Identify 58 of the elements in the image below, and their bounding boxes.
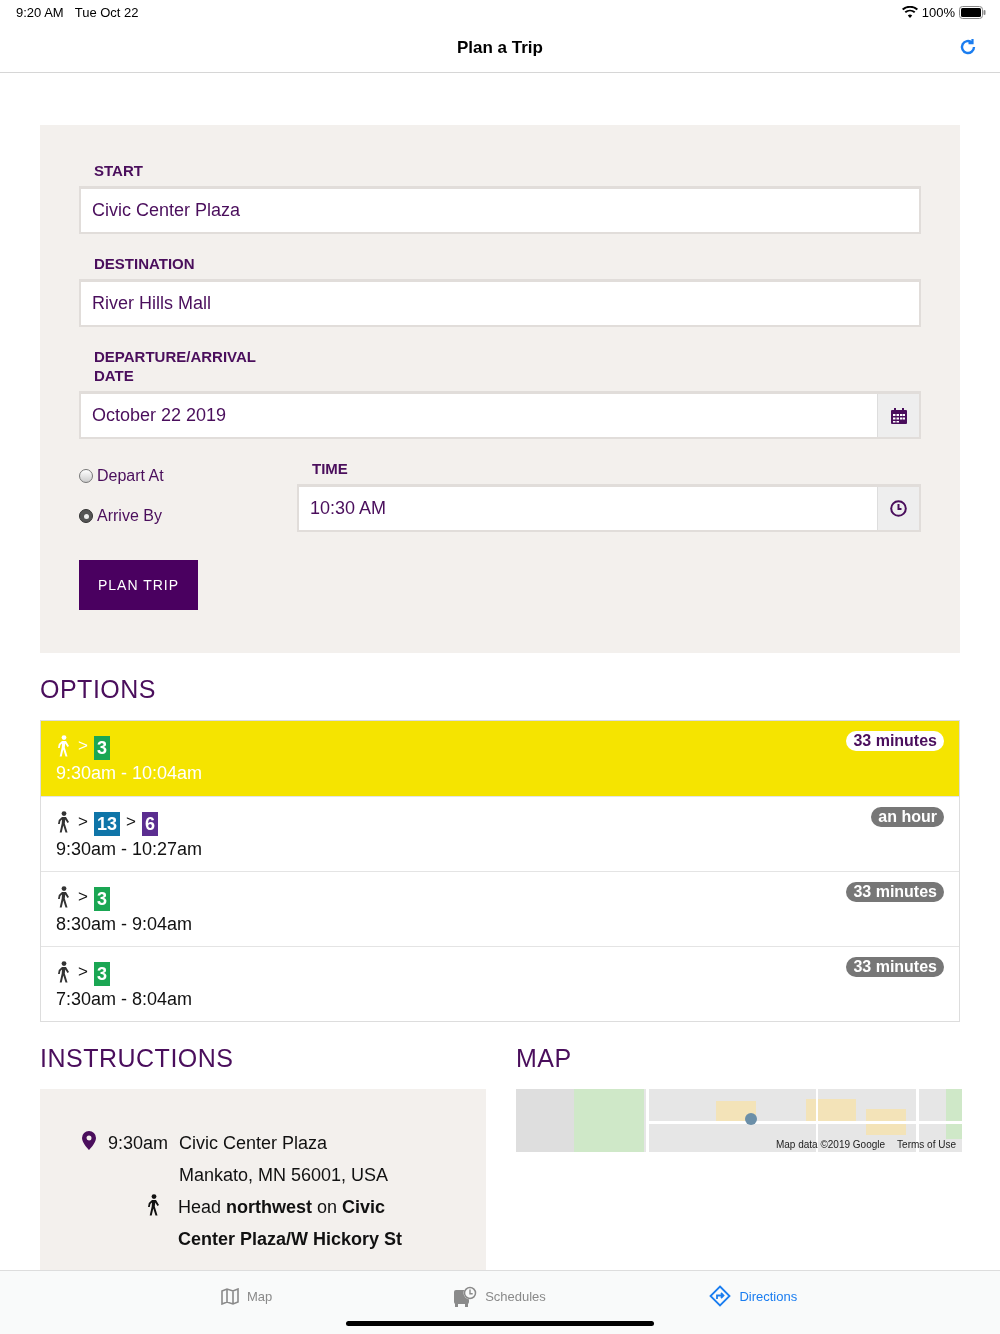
- wifi-icon: [901, 6, 918, 18]
- duration-badge: 33 minutes: [846, 882, 944, 902]
- clock-icon[interactable]: [890, 500, 907, 517]
- map-icon: [221, 1287, 239, 1305]
- separator-arrow: >: [78, 812, 88, 832]
- date-field[interactable]: October 22 2019: [79, 391, 921, 439]
- route-badge: 3: [93, 887, 110, 911]
- bus-clock-icon: [454, 1285, 478, 1307]
- plan-trip-button[interactable]: PLAN TRIP: [79, 560, 198, 610]
- start-field[interactable]: Civic Center Plaza: [79, 186, 921, 234]
- status-date: Tue Oct 22: [74, 4, 139, 20]
- status-time: 9:20 AM: [16, 4, 64, 20]
- terms-link[interactable]: Terms of Use: [897, 1139, 956, 1150]
- battery-percent: 100%: [921, 4, 955, 20]
- field-label: START: [94, 161, 144, 180]
- walking-person-icon: [56, 735, 72, 757]
- separator-arrow: >: [78, 736, 88, 756]
- trip-times: 9:30am - 10:27am: [56, 839, 204, 860]
- route-badge: 6: [141, 812, 158, 836]
- walking-person-icon: [146, 1194, 162, 1216]
- step-instruction: Head northwest on Civic Center Plaza/W Hickory St: [178, 1196, 404, 1251]
- field-label: TIME: [312, 459, 349, 478]
- destination-field[interactable]: River Hills Mall: [79, 279, 921, 327]
- duration-badge: 33 minutes: [846, 731, 944, 751]
- trip-times: 7:30am - 8:04am: [56, 989, 194, 1010]
- section-heading: MAP: [516, 1044, 573, 1073]
- mode-radio[interactable]: Depart At: [79, 467, 297, 485]
- mode-radio[interactable]: Arrive By: [79, 507, 297, 525]
- address-line: Civic Center Plaza: [179, 1132, 329, 1155]
- field-label: DEPARTURE/ARRIVAL DATE: [94, 347, 257, 385]
- duration-badge: 33 minutes: [846, 957, 944, 977]
- trip-times: 8:30am - 9:04am: [56, 914, 194, 935]
- tab-button[interactable]: Directions: [626, 1271, 880, 1321]
- section-heading: OPTIONS: [40, 675, 157, 704]
- address-line: Mankato, MN 56001, USA: [179, 1164, 389, 1187]
- separator-arrow: >: [78, 962, 88, 982]
- calendar-icon[interactable]: [890, 407, 907, 424]
- separator-arrow: >: [78, 887, 88, 907]
- map-pin-icon: [82, 1131, 96, 1150]
- walking-person-icon: [56, 961, 72, 983]
- field-label: DESTINATION: [94, 254, 196, 273]
- map-attribution: Map data ©2019 Google: [775, 1139, 886, 1150]
- time-field[interactable]: 10:30 AM: [297, 484, 921, 532]
- step-time: 9:30am: [108, 1132, 170, 1155]
- duration-badge: an hour: [871, 807, 944, 827]
- trip-option[interactable]: > 3 9:30am - 10:04am 33 minutes: [41, 721, 959, 796]
- route-badge: 3: [93, 736, 110, 760]
- separator-arrow: >: [125, 812, 136, 832]
- trip-times: 9:30am - 10:04am: [56, 763, 204, 784]
- walking-person-icon: [56, 886, 72, 908]
- route-badge: 3: [93, 962, 110, 986]
- section-heading: INSTRUCTIONS: [40, 1044, 235, 1073]
- walking-person-icon: [56, 811, 72, 833]
- route-badge: 13: [93, 812, 120, 836]
- directions-icon: [709, 1285, 732, 1307]
- refresh-icon[interactable]: [959, 38, 977, 56]
- page-title: Plan a Trip: [457, 38, 543, 58]
- battery-icon: [959, 5, 986, 19]
